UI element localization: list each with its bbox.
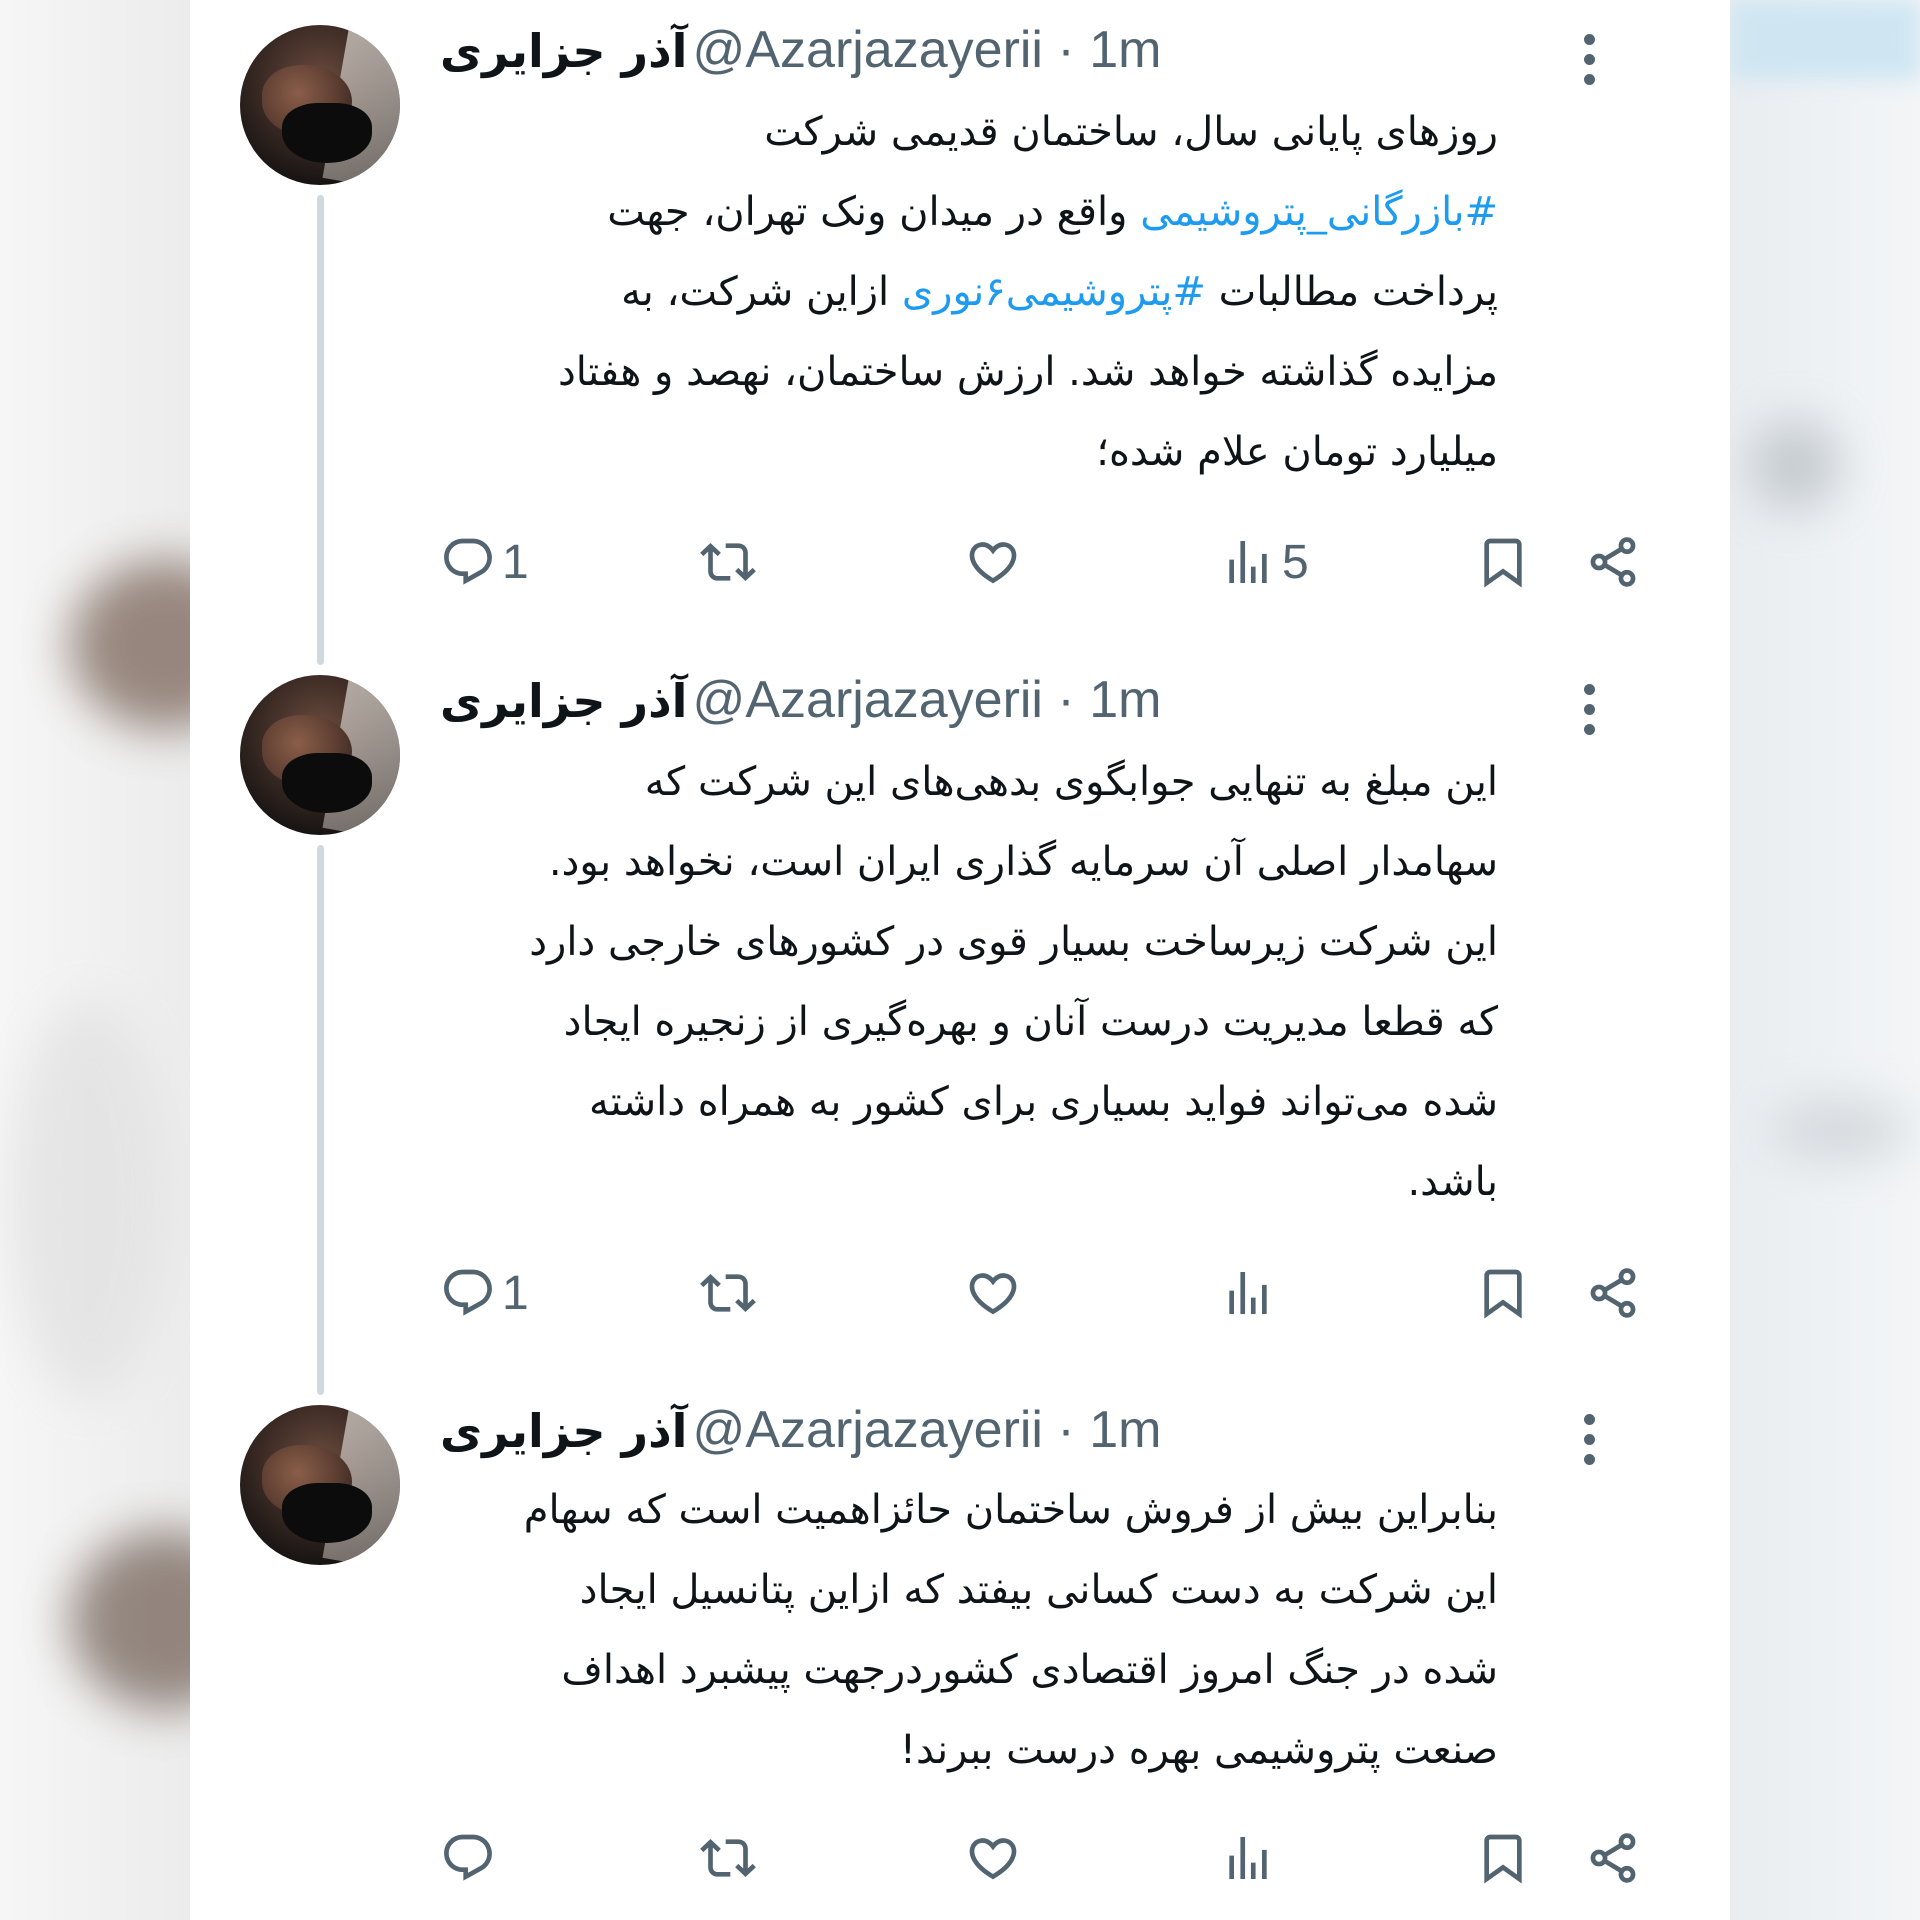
handle-and-time[interactable]: @Azarjazayerii · 1m [693, 671, 1162, 729]
tweet-text-line: صنعت پتروشیمی بهره درست ببرند! [58, 1710, 1498, 1790]
action-bar [190, 1823, 1730, 1893]
tweet-text-line: بنابراین بیش از فروش ساختمان حائزاهمیت ا… [58, 1470, 1498, 1550]
tweet-text: بنابراین بیش از فروش ساختمان حائزاهمیت ا… [58, 1470, 1498, 1790]
text-run: این شرکت زیرساخت بسیار قوی در کشورهای خا… [529, 919, 1498, 965]
heart-icon [969, 542, 1017, 584]
reply-count: 1 [502, 535, 529, 589]
share-icon [1590, 537, 1636, 587]
share-button[interactable] [1585, 1258, 1641, 1328]
tweet-text-line: پرداخت مطالبات #پتروشیمی۶نوری ازاین شرکت… [58, 252, 1498, 332]
display-name[interactable]: آذر جزایری [440, 1404, 687, 1458]
like-button[interactable] [965, 1823, 1021, 1893]
like-button[interactable] [965, 527, 1021, 597]
reply-count: 1 [502, 1266, 529, 1320]
action-bar: 1 5 [190, 527, 1730, 597]
views-count: 5 [1282, 535, 1309, 589]
text-run: این مبلغ به تنهایی جوابگوی بدهی‌های این … [644, 759, 1498, 805]
tweet-text: این مبلغ به تنهایی جوابگوی بدهی‌های این … [58, 742, 1498, 1222]
share-button[interactable] [1585, 527, 1641, 597]
bookmark-button[interactable] [1475, 1258, 1531, 1328]
text-run: سهامدار اصلی آن سرمایه گذاری ایران است، … [548, 839, 1498, 885]
share-button[interactable] [1585, 1823, 1641, 1893]
retweet-button[interactable] [700, 527, 756, 597]
bookmark-button[interactable] [1475, 527, 1531, 597]
reply-button[interactable] [440, 1823, 496, 1893]
like-button[interactable] [965, 1258, 1021, 1328]
more-options-icon[interactable] [1580, 30, 1600, 90]
share-icon [1590, 1268, 1636, 1318]
text-run: واقع در میدان ونک تهران، جهت [607, 189, 1141, 235]
reply-button[interactable]: 1 [440, 527, 529, 597]
display-name[interactable]: آذر جزایری [440, 674, 687, 728]
bookmark-icon [1484, 1834, 1522, 1884]
reply-button[interactable]: 1 [440, 1258, 529, 1328]
views-chart-icon [1229, 541, 1267, 583]
retweet-button[interactable] [700, 1823, 756, 1893]
share-icon [1590, 1833, 1636, 1883]
views-chart-icon [1229, 1837, 1267, 1879]
tweet-header: آذر جزایری @Azarjazayerii · 1m [440, 670, 1580, 740]
text-run: بنابراین بیش از فروش ساختمان حائزاهمیت ا… [523, 1487, 1498, 1533]
views-button[interactable] [1220, 1823, 1276, 1893]
heart-icon [969, 1273, 1017, 1315]
text-run: میلیارد تومان علام شده؛ [1096, 429, 1498, 475]
views-chart-icon [1229, 1272, 1267, 1314]
more-options-icon[interactable] [1580, 680, 1600, 740]
text-run: باشد. [1407, 1159, 1498, 1205]
tweet-text-line: که قطعا مدیریت درست آنان و بهره‌گیری از … [58, 982, 1498, 1062]
reply-icon [444, 1834, 492, 1881]
retweet-icon [700, 1839, 756, 1877]
text-run: این شرکت به دست کسانی بیفتد که ازاین پتا… [579, 1567, 1498, 1613]
tweet-text-line: مزایده گذاشته خواهد شد. ارزش ساختمان، نه… [58, 332, 1498, 412]
retweet-icon [700, 1274, 756, 1312]
views-button[interactable] [1220, 1258, 1282, 1328]
tweet-text-line: سهامدار اصلی آن سرمایه گذاری ایران است، … [58, 822, 1498, 902]
text-run: که قطعا مدیریت درست آنان و بهره‌گیری از … [563, 999, 1498, 1045]
more-options-icon[interactable] [1580, 1410, 1600, 1470]
tweet-text-line: این مبلغ به تنهایی جوابگوی بدهی‌های این … [58, 742, 1498, 822]
retweet-button[interactable] [700, 1258, 756, 1328]
text-run: صنعت پتروشیمی بهره درست ببرند! [899, 1727, 1498, 1773]
text-run: پرداخت مطالبات [1205, 269, 1498, 315]
text-run: مزایده گذاشته خواهد شد. ارزش ساختمان، نه… [557, 349, 1498, 395]
handle-and-time[interactable]: @Azarjazayerii · 1m [693, 1401, 1162, 1459]
tweet-text-line: این شرکت زیرساخت بسیار قوی در کشورهای خا… [58, 902, 1498, 982]
right-blurred-background [1730, 0, 1920, 1920]
tweet-text-line: روزهای پایانی سال، ساختمان قدیمی شرکت [58, 92, 1498, 172]
tweet-text-line: #بازرگانی_پتروشیمی واقع در میدان ونک تهر… [58, 172, 1498, 252]
tweet-text-line: این شرکت به دست کسانی بیفتد که ازاین پتا… [58, 1550, 1498, 1630]
hashtag-link[interactable]: #پتروشیمی۶نوری [902, 269, 1206, 315]
text-run: روزهای پایانی سال، ساختمان قدیمی شرکت [764, 109, 1498, 155]
text-run: شده در جنگ امروز اقتصادی کشوردرجهت پیشبر… [561, 1647, 1498, 1693]
reply-icon [444, 538, 492, 585]
reply-icon [444, 1269, 492, 1316]
text-run: ازاین شرکت، به [621, 269, 902, 315]
tweet-header: آذر جزایری @Azarjazayerii · 1m [440, 20, 1580, 90]
heart-icon [969, 1838, 1017, 1880]
tweet-text: روزهای پایانی سال، ساختمان قدیمی شرکت #با… [58, 92, 1498, 492]
tweet-text-line: شده می‌تواند فواید بسیاری برای کشور به ه… [58, 1062, 1498, 1142]
views-button[interactable]: 5 [1220, 527, 1309, 597]
bookmark-icon [1484, 1269, 1522, 1319]
handle-and-time[interactable]: @Azarjazayerii · 1m [693, 21, 1162, 79]
retweet-icon [700, 543, 756, 581]
tweet-text-line: میلیارد تومان علام شده؛ [58, 412, 1498, 492]
text-run: شده می‌تواند فواید بسیاری برای کشور به ه… [589, 1079, 1498, 1125]
display-name[interactable]: آذر جزایری [440, 24, 687, 78]
hashtag-link[interactable]: #بازرگانی_پتروشیمی [1140, 189, 1498, 235]
tweet-text-line: شده در جنگ امروز اقتصادی کشوردرجهت پیشبر… [58, 1630, 1498, 1710]
thread-panel: آذر جزایری @Azarjazayerii · 1m روزهای پا… [190, 0, 1730, 1920]
tweet-header: آذر جزایری @Azarjazayerii · 1m [440, 1400, 1580, 1470]
bookmark-button[interactable] [1475, 1823, 1531, 1893]
action-bar: 1 [190, 1258, 1730, 1328]
bookmark-icon [1484, 538, 1522, 588]
tweet-text-line: باشد. [58, 1142, 1498, 1222]
